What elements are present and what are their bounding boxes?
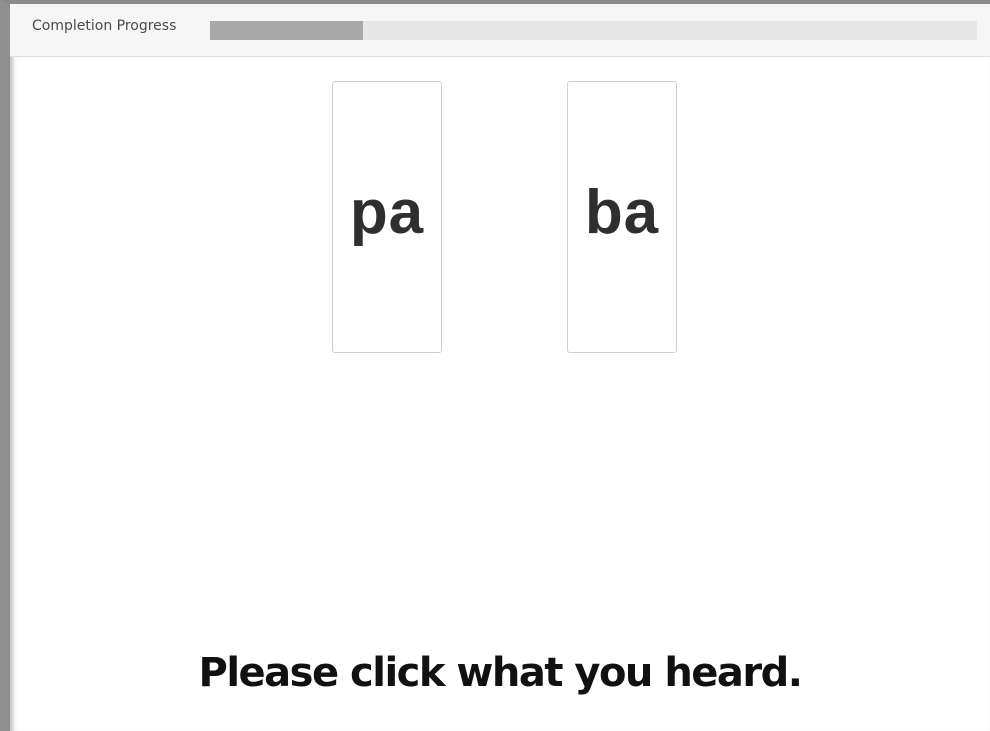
choice-label: pa <box>349 178 425 247</box>
choice-button-ba[interactable]: ba <box>567 81 677 353</box>
choice-button-pa[interactable]: pa <box>332 81 442 353</box>
instruction-text: Please click what you heard. <box>198 650 803 696</box>
progress-header: Completion Progress <box>10 4 990 57</box>
progress-bar-fill <box>210 21 364 40</box>
progress-bar <box>210 21 977 40</box>
choice-label: ba <box>584 178 660 247</box>
progress-label: Completion Progress <box>32 18 177 34</box>
survey-window: Completion Progress pa ba Please click w… <box>0 0 990 731</box>
